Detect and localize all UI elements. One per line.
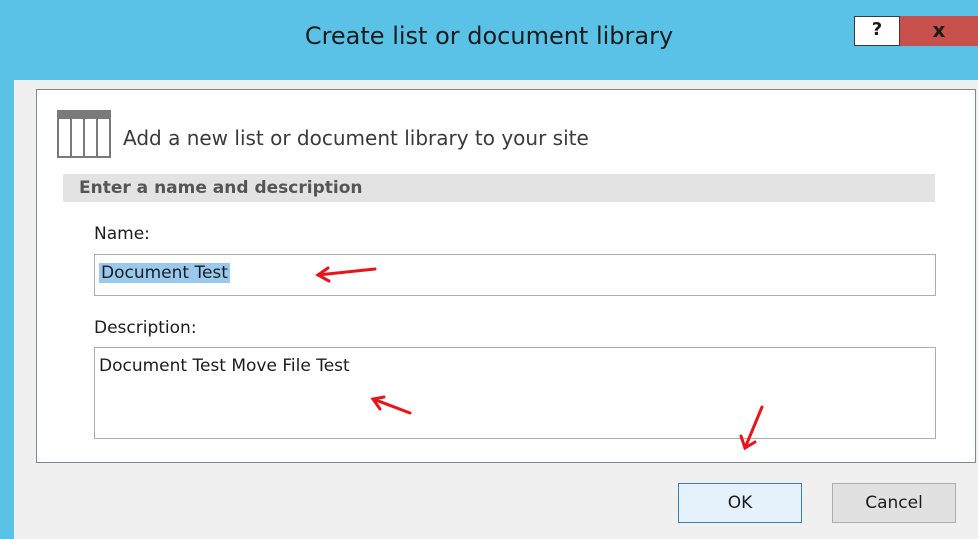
list-icon (57, 110, 111, 158)
description-label: Description: (94, 318, 197, 338)
title-bar[interactable]: Create list or document library ? x (0, 0, 978, 80)
dialog-body: Add a new list or document library to yo… (14, 80, 978, 539)
description-value: Document Test Move File Test (99, 356, 350, 376)
dialog-heading: Add a new list or document library to yo… (123, 126, 589, 150)
cancel-button[interactable]: Cancel (832, 483, 956, 523)
section-label: Enter a name and description (79, 178, 363, 198)
description-textarea[interactable]: Document Test Move File Test (94, 347, 936, 439)
ok-button[interactable]: OK (678, 483, 802, 523)
name-input-value: Document Test (99, 263, 230, 283)
name-label: Name: (94, 224, 150, 244)
help-button[interactable]: ? (854, 16, 900, 46)
dialog-title: Create list or document library (304, 22, 674, 50)
section-header: Enter a name and description (63, 174, 935, 202)
dialog-window: Create list or document library ? x Add … (0, 0, 978, 539)
content-panel: Add a new list or document library to yo… (36, 89, 976, 463)
close-button[interactable]: x (900, 16, 978, 46)
name-input[interactable]: Document Test (94, 254, 936, 296)
